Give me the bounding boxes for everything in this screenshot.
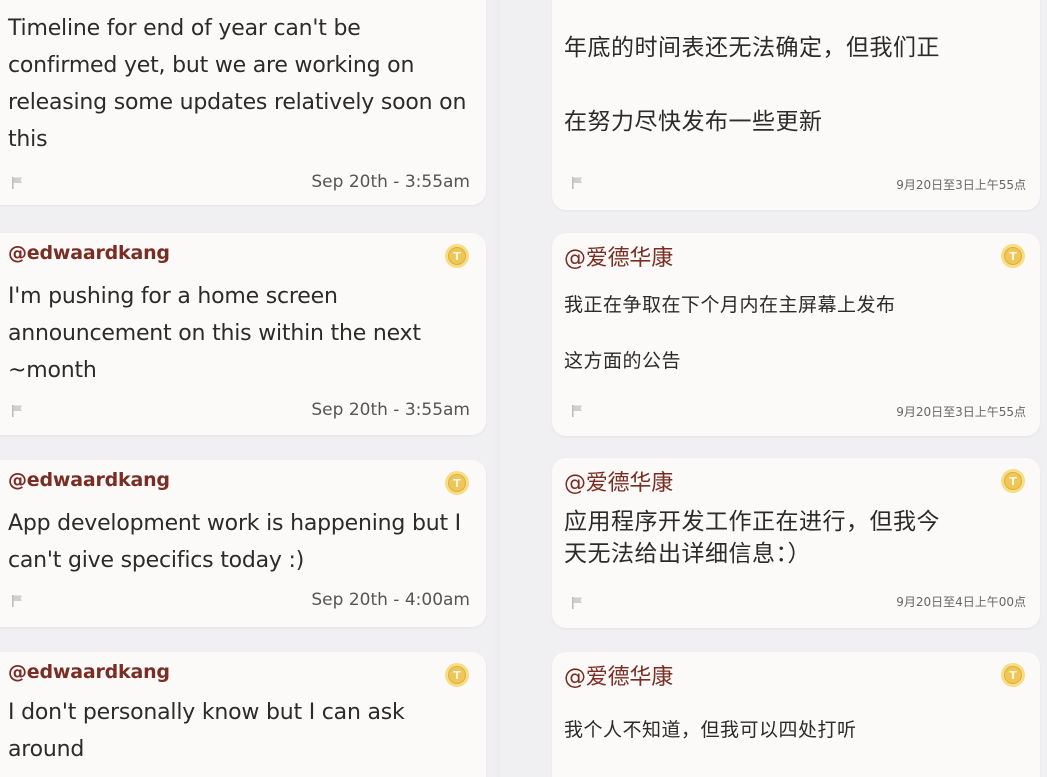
column-edge-shade (494, 0, 500, 777)
message-card: @edwaardkang T I'm pushing for a home sc… (0, 233, 486, 435)
author-handle[interactable]: @edwaardkang (8, 469, 170, 491)
message-card: 年底的时间表还无法确定，但我们正 在努力尽快发布一些更新 9月20日至3日上午5… (552, 0, 1040, 210)
flag-icon[interactable] (570, 175, 586, 191)
message-card: @edwaardkang T App development work is h… (0, 460, 486, 627)
message-timestamp: Sep 20th - 3:55am (311, 400, 470, 420)
flag-icon[interactable] (10, 403, 26, 419)
english-column: Timeline for end of year can't be confir… (0, 0, 500, 777)
message-text: App development work is happening but I … (8, 511, 461, 573)
message-timestamp: 9月20日至4日上午00点 (896, 595, 1026, 609)
message-text: 我个人不知道，但我可以四处打听 (564, 719, 857, 741)
message-text: I don't personally know but I can ask ar… (8, 700, 405, 762)
author-handle[interactable]: @爱德华康 (564, 465, 673, 497)
message-card: @爱德华康 T 我正在争取在下个月内在主屏幕上发布 这方面的公告 9月20日至3… (552, 233, 1040, 436)
tip-coin-icon[interactable]: T (444, 662, 470, 688)
message-card: @爱德华康 T 应用程序开发工作正在进行，但我今 天无法给出详细信息：） 9月2… (552, 458, 1040, 628)
tip-coin-icon[interactable]: T (1000, 468, 1026, 494)
message-timestamp: 9月20日至3日上午55点 (896, 405, 1026, 419)
flag-icon[interactable] (570, 403, 586, 419)
message-text: I'm pushing for a home screen announceme… (8, 284, 421, 383)
author-handle[interactable]: @爱德华康 (564, 659, 673, 691)
message-card: @爱德华康 T 我个人不知道，但我可以四处打听 (552, 652, 1040, 777)
message-timestamp: Sep 20th - 3:55am (311, 172, 470, 192)
message-text: Timeline for end of year can't be confir… (8, 16, 467, 152)
message-card: @edwaardkang T I don't personally know b… (0, 652, 486, 777)
tip-coin-icon[interactable]: T (444, 243, 470, 269)
tip-coin-icon[interactable]: T (444, 470, 470, 496)
svg-text:T: T (1009, 475, 1017, 488)
message-text: 年底的时间表还无法确定，但我们正 在努力尽快发布一些更新 (564, 35, 940, 135)
author-handle[interactable]: @edwaardkang (8, 242, 170, 264)
message-card: Timeline for end of year can't be confir… (0, 0, 486, 205)
svg-text:T: T (1009, 250, 1017, 263)
tip-coin-icon[interactable]: T (1000, 662, 1026, 688)
message-text: 应用程序开发工作正在进行，但我今 天无法给出详细信息：） (564, 509, 940, 567)
author-handle[interactable]: @edwaardkang (8, 661, 170, 683)
chinese-column: 年底的时间表还无法确定，但我们正 在努力尽快发布一些更新 9月20日至3日上午5… (540, 0, 1047, 777)
flag-icon[interactable] (570, 595, 586, 611)
tip-coin-icon[interactable]: T (1000, 243, 1026, 269)
message-text: 我正在争取在下个月内在主屏幕上发布 这方面的公告 (564, 294, 896, 372)
svg-text:T: T (1009, 669, 1017, 682)
message-timestamp: Sep 20th - 4:00am (311, 590, 470, 610)
svg-text:T: T (453, 250, 461, 263)
flag-icon[interactable] (10, 175, 26, 191)
flag-icon[interactable] (10, 593, 26, 609)
message-timestamp: 9月20日至3日上午55点 (896, 178, 1026, 192)
author-handle[interactable]: @爱德华康 (564, 240, 673, 272)
svg-text:T: T (453, 669, 461, 682)
svg-text:T: T (453, 477, 461, 490)
